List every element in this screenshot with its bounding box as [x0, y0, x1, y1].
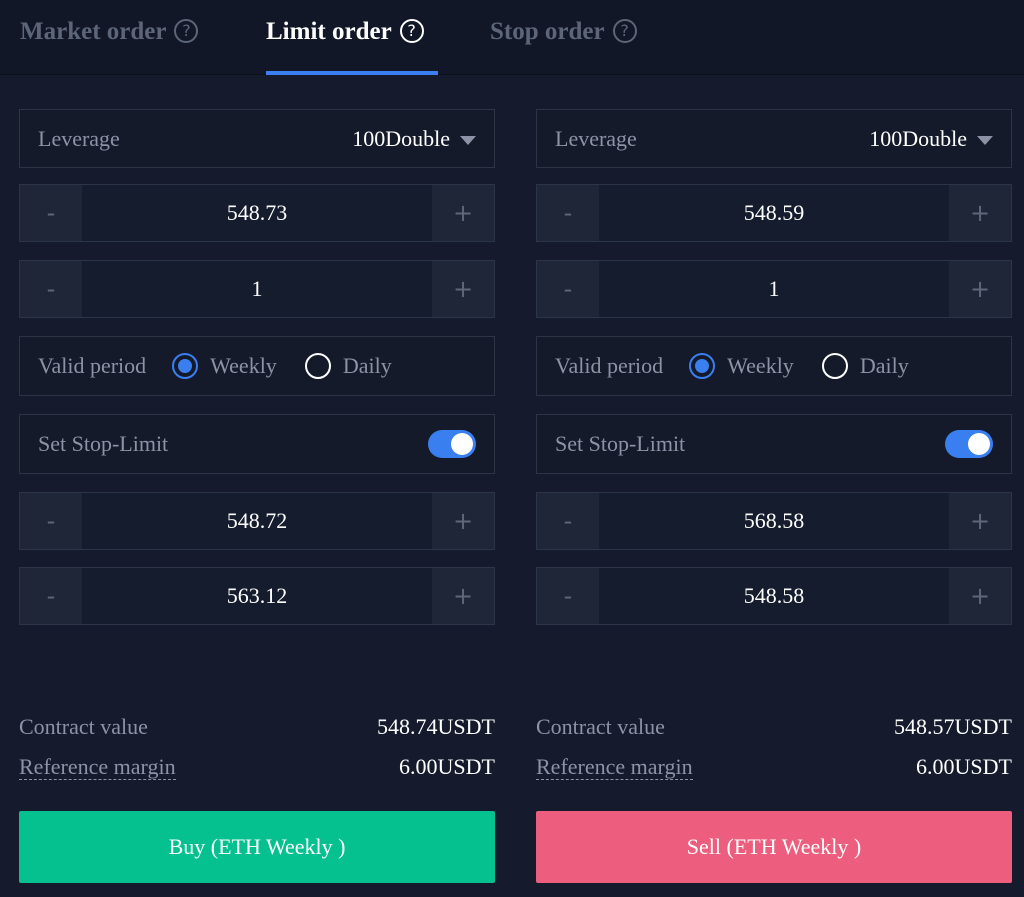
stop-price-stepper: - + — [536, 492, 1012, 550]
radio-selected-icon — [172, 353, 199, 379]
quantity-increment-button[interactable]: + — [949, 261, 1011, 317]
tab-limit-order[interactable]: Limit order ? — [266, 14, 438, 75]
contract-value-row: Contract value 548.74USDT — [19, 712, 495, 742]
stop-limit-toggle[interactable] — [945, 430, 993, 458]
radio-weekly[interactable]: Weekly — [172, 353, 277, 379]
help-circle-icon[interactable]: ? — [399, 19, 424, 43]
price-decrement-button[interactable]: - — [20, 185, 82, 241]
contract-value-row: Contract value 548.57USDT — [536, 712, 1012, 742]
contract-value: 548.74USDT — [377, 714, 495, 739]
leverage-value: 100Double — [869, 125, 967, 151]
radio-daily-label: Daily — [859, 353, 909, 378]
radio-daily[interactable]: Daily — [821, 353, 909, 379]
leverage-label: Leverage — [555, 125, 637, 151]
price-increment-button[interactable]: + — [432, 185, 494, 241]
limit-price-input[interactable] — [599, 568, 949, 624]
tab-stop-order[interactable]: Stop order ? — [490, 14, 637, 75]
reference-margin-row: Reference margin 6.00USDT — [19, 752, 495, 782]
contract-value-label: Contract value — [19, 714, 148, 739]
price-input[interactable] — [599, 185, 949, 241]
stop-price-decrement-button[interactable]: - — [537, 493, 599, 549]
buy-button[interactable]: Buy (ETH Weekly ) — [19, 811, 495, 883]
reference-margin-value: 6.00USDT — [916, 754, 1012, 779]
contract-value: 548.57USDT — [894, 714, 1012, 739]
tab-stop-order-label: Stop order — [490, 18, 605, 45]
limit-price-input[interactable] — [82, 568, 432, 624]
price-stepper: - + — [536, 184, 1012, 242]
stop-limit-label: Set Stop-Limit — [38, 431, 169, 456]
price-input[interactable] — [82, 185, 432, 241]
limit-price-stepper: - + — [536, 567, 1012, 625]
caret-down-icon — [460, 136, 476, 145]
limit-price-increment-button[interactable]: + — [432, 568, 494, 624]
reference-margin-row: Reference margin 6.00USDT — [536, 752, 1012, 782]
quantity-increment-button[interactable]: + — [432, 261, 494, 317]
valid-period-group: Valid period Weekly Daily — [19, 336, 495, 396]
help-circle-icon[interactable]: ? — [174, 19, 199, 43]
reference-margin-value: 6.00USDT — [399, 754, 495, 779]
tab-market-order[interactable]: Market order ? — [20, 14, 199, 75]
help-circle-icon[interactable]: ? — [612, 19, 637, 43]
stop-price-decrement-button[interactable]: - — [20, 493, 82, 549]
buy-panel: Leverage 100Double - + - + Valid period … — [19, 75, 495, 897]
leverage-select[interactable]: Leverage 100Double — [536, 109, 1012, 168]
price-stepper: - + — [19, 184, 495, 242]
price-decrement-button[interactable]: - — [537, 185, 599, 241]
quantity-decrement-button[interactable]: - — [537, 261, 599, 317]
radio-unselected-icon — [304, 353, 331, 379]
quantity-input[interactable] — [599, 261, 949, 317]
leverage-select[interactable]: Leverage 100Double — [19, 109, 495, 168]
radio-daily-label: Daily — [342, 353, 392, 378]
radio-weekly[interactable]: Weekly — [689, 353, 794, 379]
limit-price-stepper: - + — [19, 567, 495, 625]
contract-value-label: Contract value — [536, 714, 665, 739]
price-increment-button[interactable]: + — [949, 185, 1011, 241]
stop-limit-row: Set Stop-Limit — [19, 414, 495, 474]
stop-limit-label: Set Stop-Limit — [555, 431, 686, 456]
stop-price-input[interactable] — [82, 493, 432, 549]
valid-period-label: Valid period — [555, 353, 664, 378]
toggle-knob — [968, 433, 990, 455]
quantity-stepper: - + — [19, 260, 495, 318]
sell-panel: Leverage 100Double - + - + Valid period … — [536, 75, 1012, 897]
reference-margin-label[interactable]: Reference margin — [19, 754, 176, 780]
radio-unselected-icon — [821, 353, 848, 379]
radio-daily[interactable]: Daily — [304, 353, 392, 379]
stop-price-stepper: - + — [19, 492, 495, 550]
toggle-knob — [451, 433, 473, 455]
leverage-label: Leverage — [38, 125, 120, 151]
radio-selected-icon — [689, 353, 716, 379]
limit-price-decrement-button[interactable]: - — [537, 568, 599, 624]
quantity-input[interactable] — [82, 261, 432, 317]
quantity-stepper: - + — [536, 260, 1012, 318]
limit-price-increment-button[interactable]: + — [949, 568, 1011, 624]
radio-weekly-label: Weekly — [727, 353, 794, 378]
valid-period-label: Valid period — [38, 353, 147, 378]
caret-down-icon — [977, 136, 993, 145]
valid-period-group: Valid period Weekly Daily — [536, 336, 1012, 396]
stop-limit-toggle[interactable] — [428, 430, 476, 458]
quantity-decrement-button[interactable]: - — [20, 261, 82, 317]
stop-limit-row: Set Stop-Limit — [536, 414, 1012, 474]
stop-price-increment-button[interactable]: + — [432, 493, 494, 549]
limit-price-decrement-button[interactable]: - — [20, 568, 82, 624]
stop-price-input[interactable] — [599, 493, 949, 549]
radio-weekly-label: Weekly — [210, 353, 277, 378]
order-type-tabs: Market order ? Limit order ? Stop order … — [0, 0, 1024, 75]
reference-margin-label[interactable]: Reference margin — [536, 754, 693, 780]
stop-price-increment-button[interactable]: + — [949, 493, 1011, 549]
tab-market-order-label: Market order — [20, 18, 167, 45]
sell-button[interactable]: Sell (ETH Weekly ) — [536, 811, 1012, 883]
leverage-value: 100Double — [352, 125, 450, 151]
tab-limit-order-label: Limit order — [266, 18, 392, 45]
